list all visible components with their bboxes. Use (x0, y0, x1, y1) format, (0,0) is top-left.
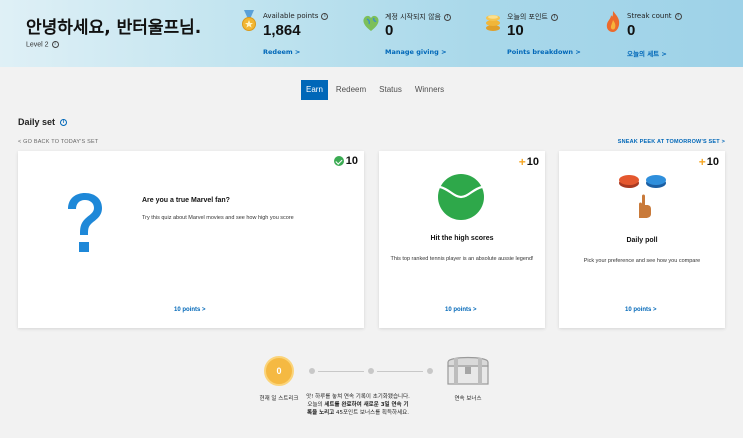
completed-check-icon (333, 156, 344, 166)
level-text: Level 2 (26, 41, 49, 49)
manage-giving-link[interactable]: Manage giving > (385, 48, 447, 56)
points-badge: 10 (333, 155, 358, 167)
info-icon[interactable]: i (443, 13, 451, 21)
redeem-link[interactable]: Redeem > (263, 48, 300, 56)
stat-value: 0 (627, 22, 636, 39)
coin-stack-icon (486, 15, 500, 31)
stat-label: Available points i (263, 12, 329, 20)
info-icon[interactable]: i (60, 119, 68, 127)
daily-set-card-quiz[interactable]: 10 Are you a true Marvel fan? Try this q… (18, 151, 364, 328)
level-label: Level 2i (26, 41, 59, 48)
medal-icon (242, 10, 256, 31)
stat-value: 10 (507, 22, 524, 39)
stat-label: 계정 시작되지 않음 i (385, 12, 451, 22)
header-banner: 안녕하세요, 반터울프님. Level 2i Available points i… (0, 0, 743, 67)
flame-icon (606, 11, 620, 32)
card-description: Pick your preference and see how you com… (583, 258, 701, 264)
stat-value: 0 (385, 22, 394, 39)
points-badge: +10 (518, 155, 539, 169)
daily-set-card-poll[interactable]: +10 Daily poll Pick your preference and … (559, 151, 725, 328)
streak-progress-line (377, 371, 423, 372)
card-points-link[interactable]: 10 points > (445, 307, 477, 313)
card-points-link[interactable]: 10 points > (174, 307, 206, 313)
streak-progress-line (318, 371, 364, 372)
card-points-link[interactable]: 10 points > (625, 307, 657, 313)
card-description: Try this quiz about Marvel movies and se… (142, 215, 294, 221)
points-breakdown-link[interactable]: Points breakdown > (507, 48, 581, 56)
tab-bar: Earn Redeem Status Winners (301, 80, 452, 100)
streak-progress-dot (309, 368, 315, 374)
card-title: Are you a true Marvel fan? (142, 197, 230, 204)
stat-value: 1,864 (263, 22, 301, 39)
stat-label: Streak count i (627, 12, 682, 20)
daily-set-card-tennis[interactable]: +10 Hit the high scores This top ranked … (379, 151, 545, 328)
poll-buttons-icon (619, 175, 666, 218)
tab-redeem[interactable]: Redeem (331, 80, 371, 100)
tennis-ball-icon (438, 174, 484, 220)
stat-label: 오늘의 포인트 i (507, 12, 558, 22)
tab-winners[interactable]: Winners (410, 80, 449, 100)
info-icon[interactable]: i (674, 12, 682, 20)
daily-set-title: Daily set i (18, 117, 68, 127)
streak-bonus-label: 연속 보너스 (454, 396, 482, 402)
card-description: This top ranked tennis player is an abso… (390, 256, 534, 262)
streak-message: 앗! 하루를 놓쳐 연속 기록이 초기화됐습니다. 오늘의 세트를 완료하여 새… (306, 394, 410, 416)
heart-globe-icon (363, 15, 379, 31)
back-to-today-link[interactable]: < GO BACK TO TODAY'S SET (18, 139, 98, 145)
tab-status[interactable]: Status (374, 80, 407, 100)
tab-earn[interactable]: Earn (301, 80, 328, 100)
question-mark-icon (68, 193, 102, 252)
today-set-link[interactable]: 오늘의 세트 > (627, 48, 667, 58)
info-icon[interactable]: i (321, 12, 329, 20)
current-streak-label: 현재 일 스트리크 (259, 396, 299, 402)
greeting: 안녕하세요, 반터울프님. (26, 18, 202, 38)
card-title: Hit the high scores (430, 235, 494, 242)
card-title: Daily poll (626, 237, 658, 244)
plus-icon: + (518, 155, 526, 169)
treasure-chest-icon (447, 356, 489, 385)
info-icon[interactable]: i (51, 41, 59, 48)
streak-coin: 0 (264, 356, 294, 386)
sneak-peek-link[interactable]: SNEAK PEEK AT TOMORROW'S SET > (618, 139, 725, 145)
points-badge: +10 (698, 155, 719, 169)
streak-progress-dot (368, 368, 374, 374)
streak-progress-dot (427, 368, 433, 374)
info-icon[interactable]: i (550, 13, 558, 21)
plus-icon: + (698, 155, 706, 169)
